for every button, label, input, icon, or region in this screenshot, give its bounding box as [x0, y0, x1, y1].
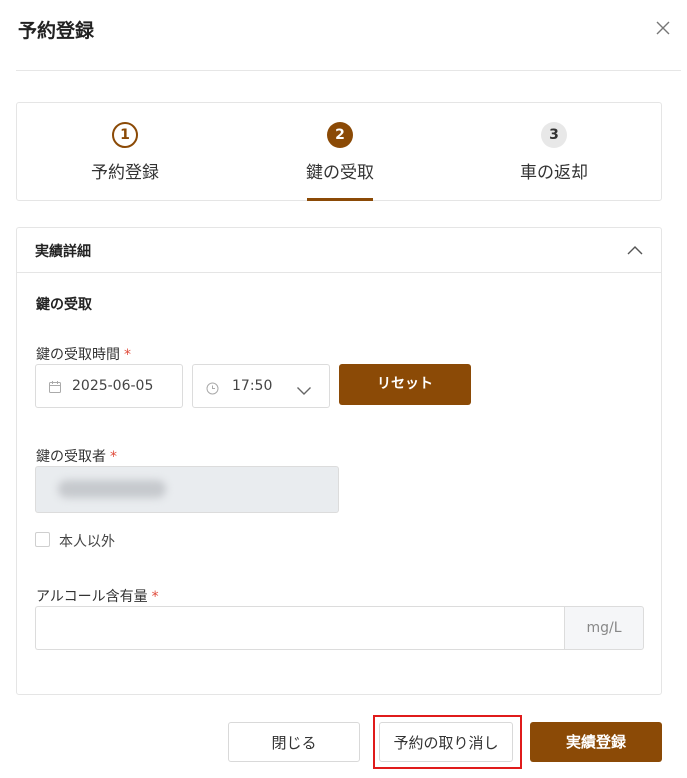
- chevron-up-icon[interactable]: [626, 242, 644, 256]
- required-mark: *: [110, 449, 117, 465]
- reset-button[interactable]: リセット: [339, 364, 471, 405]
- panel-title: 実績詳細: [35, 244, 91, 260]
- step-reservation[interactable]: 1 予約登録: [45, 103, 205, 200]
- step-key-pickup[interactable]: 2 鍵の受取: [260, 103, 420, 200]
- step-label-1: 予約登録: [91, 163, 159, 183]
- date-value: 2025-06-05: [72, 378, 154, 394]
- alcohol-label: アルコール含有量 *: [36, 589, 159, 605]
- alcohol-input[interactable]: [35, 606, 565, 650]
- close-icon[interactable]: [652, 17, 674, 39]
- active-step-indicator: [307, 198, 373, 201]
- stepper: 1 予約登録 2 鍵の受取 3 車の返却: [16, 102, 662, 201]
- panel-header[interactable]: 実績詳細: [17, 228, 661, 273]
- unit-addon: mg/L: [564, 606, 644, 650]
- submit-button[interactable]: 実績登録: [530, 722, 662, 762]
- details-panel: 実績詳細 鍵の受取 鍵の受取時間 * 2025-06-05 17:50 リセット …: [16, 227, 662, 695]
- recipient-label: 鍵の受取者 *: [36, 449, 117, 465]
- close-button[interactable]: 閉じる: [228, 722, 360, 762]
- chevron-down-icon: [296, 381, 312, 395]
- recipient-field: [35, 466, 339, 513]
- time-value: 17:50: [232, 378, 273, 394]
- step-car-return[interactable]: 3 車の返却: [474, 103, 634, 200]
- modal-title: 予約登録: [18, 20, 95, 42]
- pickup-time-label: 鍵の受取時間 *: [36, 347, 131, 363]
- section-title: 鍵の受取: [36, 297, 92, 313]
- step-number-2: 2: [327, 122, 353, 148]
- clock-icon: [206, 380, 219, 395]
- required-mark: *: [124, 347, 131, 363]
- step-label-3: 車の返却: [520, 163, 588, 183]
- required-mark: *: [151, 589, 159, 605]
- cancel-reservation-button[interactable]: 予約の取り消し: [379, 722, 513, 762]
- header-divider: [16, 70, 681, 71]
- redacted-name: [58, 480, 166, 498]
- not-self-checkbox[interactable]: [35, 532, 50, 547]
- not-self-label[interactable]: 本人以外: [59, 531, 115, 551]
- date-picker[interactable]: 2025-06-05: [35, 364, 183, 408]
- time-picker[interactable]: 17:50: [192, 364, 330, 408]
- step-number-3: 3: [541, 122, 567, 148]
- calendar-icon: [48, 379, 62, 393]
- step-label-2: 鍵の受取: [306, 163, 374, 183]
- step-number-1: 1: [112, 122, 138, 148]
